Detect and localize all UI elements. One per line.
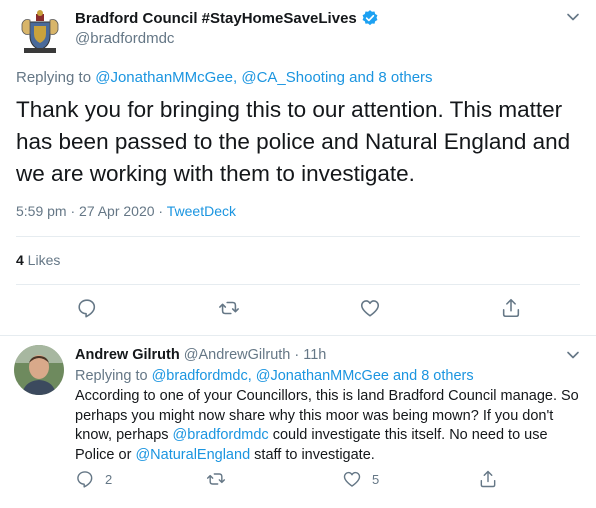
retweet-button[interactable] bbox=[206, 469, 226, 489]
reply-text-part: staff to investigate. bbox=[250, 446, 375, 463]
replying-to-line: Replying to @JonathanMMcGee, @CA_Shootin… bbox=[16, 69, 433, 86]
author-name-row[interactable]: Bradford Council #StayHomeSaveLives bbox=[75, 9, 379, 27]
likes-count[interactable]: 4 Likes bbox=[16, 252, 60, 268]
divider bbox=[16, 284, 580, 285]
reply-icon[interactable] bbox=[76, 297, 98, 319]
like-icon bbox=[343, 471, 361, 487]
replying-prefix: Replying to bbox=[16, 69, 96, 86]
tweet-action-bar bbox=[0, 297, 596, 321]
reply-button[interactable]: 2 bbox=[75, 469, 112, 489]
retweet-icon[interactable] bbox=[218, 297, 240, 319]
like-count: 5 bbox=[372, 471, 380, 487]
replying-others-link[interactable]: 8 others bbox=[378, 69, 432, 86]
replying-users-link[interactable]: @JonathanMMcGee, @CA_Shooting bbox=[95, 69, 345, 86]
mention-link[interactable]: @bradfordmdc bbox=[173, 427, 269, 443]
retweet-icon bbox=[206, 473, 226, 485]
reply-replying-prefix: Replying to bbox=[75, 368, 152, 384]
main-tweet: Bradford Council #StayHomeSaveLives @bra… bbox=[0, 0, 596, 336]
share-icon[interactable] bbox=[500, 297, 522, 319]
divider bbox=[16, 236, 580, 237]
author-handle[interactable]: @bradfordmdc bbox=[75, 30, 174, 47]
reply-replying-and: and bbox=[388, 368, 422, 384]
source-link[interactable]: TweetDeck bbox=[167, 203, 236, 219]
reply-replying-users-link[interactable]: @bradfordmdc, @JonathanMMcGee bbox=[152, 368, 389, 384]
reply-count: 2 bbox=[105, 471, 113, 487]
reply-header: Andrew Gilruth @AndrewGilruth · 11h bbox=[75, 347, 326, 363]
reply-action-bar: 2 5 bbox=[0, 469, 596, 493]
timestamp-link[interactable]: 5:59 pm · 27 Apr 2020 · bbox=[16, 203, 167, 219]
avatar[interactable] bbox=[14, 345, 64, 395]
tweet-meta: 5:59 pm · 27 Apr 2020 · TweetDeck bbox=[16, 203, 236, 219]
likes-number: 4 bbox=[16, 252, 24, 268]
likes-label: Likes bbox=[23, 252, 61, 268]
like-button[interactable]: 5 bbox=[342, 469, 379, 489]
reply-replying-others-link[interactable]: 8 others bbox=[421, 368, 473, 384]
share-button[interactable] bbox=[478, 469, 498, 489]
author-display-name[interactable]: Bradford Council #StayHomeSaveLives bbox=[75, 10, 357, 27]
reply-tweet[interactable]: Andrew Gilruth @AndrewGilruth · 11h Repl… bbox=[0, 337, 596, 508]
mention-link[interactable]: @NaturalEngland bbox=[135, 447, 250, 463]
reply-replying-to-line: Replying to @bradfordmdc, @JonathanMMcGe… bbox=[75, 368, 474, 384]
reply-text: According to one of your Councillors, th… bbox=[75, 387, 585, 465]
verified-badge-icon bbox=[362, 10, 378, 26]
share-icon bbox=[480, 470, 496, 488]
replying-and: and bbox=[344, 69, 379, 86]
reply-display-name[interactable]: Andrew Gilruth bbox=[75, 347, 180, 363]
reply-handle-time[interactable]: @AndrewGilruth · 11h bbox=[180, 347, 327, 363]
tweet-text: Thank you for bringing this to our atten… bbox=[16, 97, 571, 186]
chevron-down-icon[interactable] bbox=[566, 348, 580, 362]
reply-icon bbox=[77, 471, 93, 488]
like-icon[interactable] bbox=[359, 297, 381, 319]
chevron-down-icon[interactable] bbox=[566, 10, 580, 24]
council-crest-icon[interactable] bbox=[16, 8, 64, 56]
